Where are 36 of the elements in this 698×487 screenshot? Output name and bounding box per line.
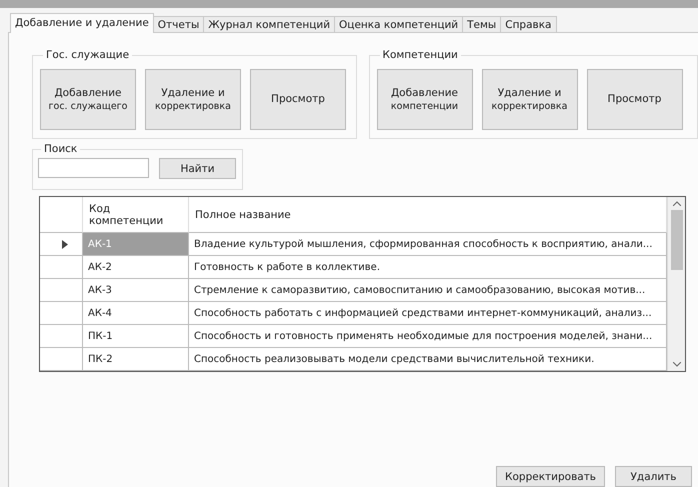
table-cell: ПК-2 — [83, 348, 189, 371]
action-button[interactable]: Добавление компетенции — [376, 69, 472, 130]
tab[interactable]: Отчеты — [152, 16, 204, 33]
table-cell: АК-4 — [83, 302, 189, 325]
table-cell: АК-3 — [83, 279, 189, 302]
tab[interactable]: Оценка компетенций — [334, 16, 464, 33]
edit-button[interactable]: Корректировать — [496, 466, 605, 487]
table-cell: ПК-1 — [83, 325, 189, 348]
tab[interactable]: Справка — [500, 16, 556, 33]
scroll-down-icon[interactable] — [672, 362, 680, 367]
tab[interactable]: Журнал компетенций — [203, 16, 336, 33]
header-cell — [40, 197, 83, 233]
tab[interactable]: Темы — [462, 16, 502, 33]
table-cell: Способность работать с информацией средствами интернет-коммуникаций, анализ... — [189, 302, 667, 325]
delete-button[interactable]: Удалить — [615, 466, 692, 487]
table-cell: Способность реализовывать модели средствами вычислительной техники. — [189, 348, 667, 371]
scrollbar[interactable] — [667, 197, 685, 371]
tab[interactable]: Добавление и удаление — [10, 13, 154, 33]
group-title: Поиск — [43, 143, 78, 155]
table-cell: АК-1 — [83, 233, 189, 256]
action-button[interactable]: Просмотр — [250, 69, 346, 130]
scroll-up-icon[interactable] — [672, 201, 680, 206]
table-cell: Способность и готовность применять необходимые для построения моделей, знани... — [189, 325, 667, 348]
action-button[interactable]: Удаление и корректировка — [482, 69, 578, 130]
action-button[interactable]: Добавление гос. служащего — [40, 69, 136, 130]
table-cell: АК-2 — [83, 256, 189, 279]
table-cell: Готовность к работе в коллективе. — [189, 256, 667, 279]
group-title: Гос. служащие — [45, 49, 130, 61]
action-button[interactable]: Просмотр — [586, 69, 682, 130]
group-title: Компетенции — [382, 49, 459, 61]
find-button[interactable]: Найти — [159, 158, 236, 179]
table-cell: Владение культурой мышления, сформированная способность к восприятию, анали... — [189, 233, 667, 256]
table-cell: Стремление к саморазвитию, самовоспитанию и самообразованию, высокая мотив... — [189, 279, 667, 302]
scroll-thumb[interactable] — [670, 210, 682, 270]
action-button[interactable]: Удаление и корректировка — [145, 69, 241, 130]
search-field[interactable] — [38, 158, 149, 178]
